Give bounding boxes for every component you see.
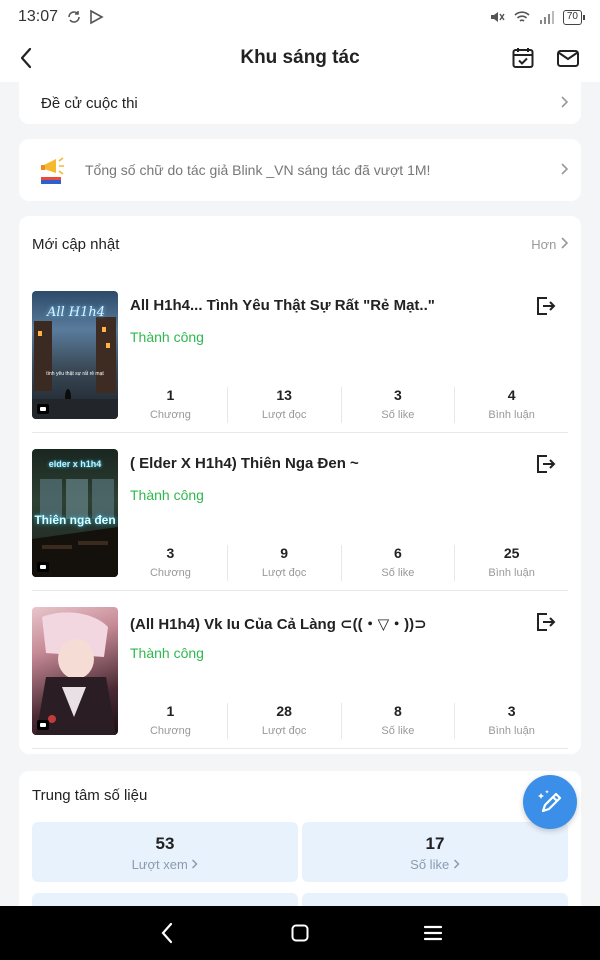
megaphone-icon [41, 157, 64, 184]
stat-chapters: 1 Chương [114, 387, 228, 423]
cover-subtitle: tình yêu thật sự rất rẻ mạt [46, 371, 104, 377]
nav-menu-button[interactable] [413, 913, 453, 953]
nav-home-icon [291, 924, 309, 942]
story-status: Thành công [130, 645, 204, 661]
story-cover: All H1h4 tình yêu thật sự rất rẻ mạt [32, 291, 118, 419]
story-item[interactable]: All H1h4 tình yêu thật sự rất rẻ mạt All… [32, 291, 568, 433]
wifi-icon [514, 11, 530, 22]
more-link[interactable]: Hơn [531, 236, 569, 252]
stat-likes: 6 Số like [342, 545, 456, 581]
views-stat-box[interactable]: 53 Lượt xem [32, 822, 298, 882]
story-cover: elder x h1h4 Thiên nga đen [32, 449, 118, 577]
story-title: (All H1h4) Vk Iu Của Cả Làng ⊂((・▽・))⊃ [130, 616, 427, 633]
magic-pen-icon [538, 790, 562, 813]
export-button[interactable] [534, 611, 556, 633]
cover-subtitle: Thiên nga đen [34, 513, 116, 527]
likes-stat-box[interactable]: 17 Số like [302, 822, 568, 882]
chevron-right-icon [560, 162, 569, 178]
system-nav-bar [0, 906, 600, 960]
status-time: 13:07 [18, 8, 59, 25]
story-status: Thành công [130, 329, 204, 345]
export-icon [537, 297, 556, 315]
story-title: ( Elder X H1h4) Thiên Nga Đen ~ [130, 455, 359, 472]
cover-title: All H1h4 [46, 305, 106, 320]
calendar-check-icon [512, 48, 534, 68]
contest-nomination-row[interactable]: Đề cử cuộc thi [19, 82, 581, 124]
chevron-right-icon [192, 859, 198, 869]
stat-likes: 3 Số like [342, 387, 456, 423]
story-cover [32, 607, 118, 735]
export-button[interactable] [534, 453, 556, 475]
main-content: Đề cử cuộc thi Tổng số chữ do tác giả Bl… [0, 82, 600, 906]
mail-button[interactable] [555, 45, 581, 71]
mail-icon [557, 50, 579, 67]
stat-comments: 25 Bình luận [488, 545, 535, 579]
calendar-button[interactable] [510, 45, 536, 71]
story-item[interactable]: (All H1h4) Vk Iu Của Cả Làng ⊂((・▽・))⊃ T… [32, 607, 568, 749]
likes-label: Số like [410, 857, 450, 872]
section-title: Trung tâm số liệu [32, 787, 148, 804]
recent-updates-header: Mới cập nhật Hơn [19, 216, 581, 272]
mute-icon [490, 12, 505, 22]
app-header: Khu sáng tác [0, 34, 600, 82]
announcement-text: Tổng số chữ do tác giả Blink _VN sáng tá… [85, 162, 431, 178]
likes-value: 17 [425, 834, 445, 853]
chevron-right-icon [561, 236, 569, 249]
story-item[interactable]: elder x h1h4 Thiên nga đen ( Elder X H1h… [32, 449, 568, 591]
story-stats: 1 Chương 28 Lượt đọc 8 Số like 3 Bình luận [114, 703, 568, 739]
cover-title: elder x h1h4 [48, 459, 102, 469]
story-stats: 1 Chương 13 Lượt đọc 3 Số like 4 Bình luận [114, 387, 568, 423]
back-button[interactable] [14, 44, 38, 72]
section-title: Mới cập nhật [32, 235, 120, 253]
data-center-card: Trung tâm số liệu 53 Lượt xem 17 Số like [19, 771, 581, 906]
stat-box[interactable] [32, 893, 298, 906]
status-bar: 13:07 70 [0, 0, 600, 34]
recent-updates-card: Mới cập nhật Hơn All H1h4 tình yêu thật … [19, 216, 581, 754]
nav-back-icon [161, 922, 172, 944]
views-label: Lượt xem [131, 857, 188, 872]
chat-badge-icon [37, 404, 49, 414]
nav-home-button[interactable] [280, 913, 320, 953]
story-stats: 3 Chương 9 Lượt đọc 6 Số like 25 Bình luận [114, 545, 568, 581]
stat-comments: 3 Bình luận [488, 703, 535, 737]
stat-box[interactable] [302, 893, 568, 906]
chevron-left-icon [20, 47, 32, 69]
stat-reads: 9 Lượt đọc [228, 545, 342, 581]
chat-badge-icon [37, 720, 49, 730]
more-label: Hơn [531, 236, 557, 252]
announcement-banner[interactable]: Tổng số chữ do tác giả Blink _VN sáng tá… [19, 139, 581, 201]
sync-icon [68, 11, 80, 23]
export-icon [537, 613, 556, 631]
stat-chapters: 1 Chương [114, 703, 228, 739]
export-button[interactable] [534, 295, 556, 317]
signal-icon [539, 11, 554, 24]
views-value: 53 [155, 834, 175, 853]
chat-badge-icon [37, 562, 49, 572]
battery-icon: 70 [562, 9, 586, 25]
stat-reads: 28 Lượt đọc [228, 703, 342, 739]
nav-menu-icon [424, 925, 443, 941]
story-status: Thành công [130, 487, 204, 503]
nav-back-button[interactable] [147, 913, 187, 953]
stat-reads: 13 Lượt đọc [228, 387, 342, 423]
create-story-button[interactable] [523, 775, 577, 829]
chevron-right-icon [453, 859, 460, 869]
stat-likes: 8 Số like [342, 703, 456, 739]
stat-comments: 4 Bình luận [488, 387, 535, 421]
contest-label: Đề cử cuộc thi [41, 94, 138, 112]
chevron-right-icon [560, 95, 569, 111]
export-icon [537, 455, 556, 473]
play-store-icon [90, 9, 104, 25]
stat-chapters: 3 Chương [114, 545, 228, 581]
story-title: All H1h4... Tình Yêu Thật Sự Rất "Rẻ Mạt… [130, 297, 435, 314]
